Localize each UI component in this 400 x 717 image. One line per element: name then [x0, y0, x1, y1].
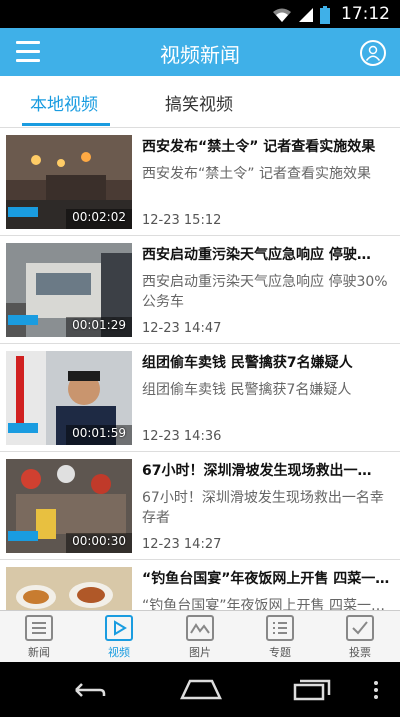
- item-summary: 67小时！深圳滑坡发生现场救出一名幸存者: [142, 490, 384, 526]
- vote-icon: [346, 615, 374, 641]
- video-icon: [105, 615, 133, 641]
- back-icon[interactable]: [68, 680, 108, 700]
- item-headline: “钓鱼台国宴”年夜饭网上开售 四菜一…: [142, 571, 390, 587]
- nav-video[interactable]: 视频: [84, 615, 154, 660]
- video-duration: 00:00:30: [72, 534, 126, 548]
- item-summary: 组团偷车卖钱 民警擒获7名嫌疑人: [142, 382, 352, 398]
- video-thumbnail[interactable]: 00:01:59: [6, 351, 132, 445]
- status-time: 17:12: [341, 4, 390, 24]
- news-icon: [25, 615, 53, 641]
- item-date: 12-23 14:36: [142, 429, 222, 444]
- video-duration: 00:01:59: [72, 426, 126, 440]
- item-date: 12-23 15:12: [142, 213, 222, 228]
- video-thumbnail[interactable]: [6, 567, 132, 610]
- item-summary: “钓鱼台国宴”年夜饭网上开售 四菜一…: [142, 598, 385, 610]
- home-icon[interactable]: [180, 678, 222, 700]
- video-thumbnail[interactable]: 00:02:02: [6, 135, 132, 229]
- signal-icon: [299, 8, 313, 22]
- wifi-icon: [273, 8, 291, 22]
- video-list[interactable]: 00:02:02 西安发布“禁土令” 记者查看实施效果 西安发布“禁土令” 记者…: [0, 128, 400, 610]
- bottom-nav: 新闻 视频 图片 专题 投票: [0, 610, 400, 662]
- nav-label: 视频: [108, 646, 130, 659]
- tab-active-indicator: [22, 123, 110, 126]
- nav-label: 新闻: [28, 646, 50, 659]
- topic-icon: [266, 615, 294, 641]
- status-icons: [272, 6, 330, 24]
- nav-pictures[interactable]: 图片: [165, 615, 235, 660]
- nav-topics[interactable]: 专题: [245, 615, 315, 660]
- item-date: 12-23 14:47: [142, 321, 222, 336]
- list-item[interactable]: “钓鱼台国宴”年夜饭网上开售 四菜一… “钓鱼台国宴”年夜饭网上开售 四菜一…: [0, 560, 400, 610]
- nav-news[interactable]: 新闻: [4, 615, 74, 660]
- app-bar: 视频新闻: [0, 28, 400, 76]
- list-item[interactable]: 00:01:59 组团偷车卖钱 民警擒获7名嫌疑人 组团偷车卖钱 民警擒获7名嫌…: [0, 344, 400, 452]
- status-bar: 17:12: [0, 0, 400, 28]
- list-item[interactable]: 00:02:02 西安发布“禁土令” 记者查看实施效果 西安发布“禁土令” 记者…: [0, 128, 400, 236]
- item-headline: 西安发布“禁土令” 记者查看实施效果: [142, 139, 376, 155]
- picture-icon: [186, 615, 214, 641]
- battery-icon: [320, 6, 330, 24]
- nav-label: 投票: [349, 646, 371, 659]
- tab-bar: 本地视频 搞笑视频: [0, 76, 400, 128]
- system-nav-bar: [0, 662, 400, 717]
- page-title: 视频新闻: [160, 43, 240, 67]
- video-duration: 00:02:02: [72, 210, 126, 224]
- recents-icon[interactable]: [292, 679, 332, 701]
- list-item[interactable]: 00:00:30 67小时！深圳滑坡发生现场救出一… 67小时！深圳滑坡发生现场…: [0, 452, 400, 560]
- item-headline: 67小时！深圳滑坡发生现场救出一…: [142, 463, 372, 479]
- nav-label: 图片: [189, 646, 211, 659]
- tab-funny-video[interactable]: 搞笑视频: [165, 90, 233, 115]
- tab-local-video[interactable]: 本地视频: [30, 90, 98, 115]
- overflow-menu-icon[interactable]: [372, 680, 380, 700]
- nav-label: 专题: [269, 646, 291, 659]
- item-summary: 西安启动重污染天气应急响应 停驶30%公务车: [142, 274, 388, 310]
- video-thumbnail[interactable]: 00:01:29: [6, 243, 132, 337]
- video-thumbnail[interactable]: 00:00:30: [6, 459, 132, 553]
- item-headline: 组团偷车卖钱 民警擒获7名嫌疑人: [142, 355, 353, 371]
- item-summary: 西安发布“禁土令” 记者查看实施效果: [142, 166, 371, 182]
- item-headline: 西安启动重污染天气应急响应 停驶…: [142, 247, 371, 263]
- item-date: 12-23 14:27: [142, 537, 222, 552]
- video-duration: 00:01:29: [72, 318, 126, 332]
- user-icon[interactable]: [360, 40, 386, 66]
- nav-vote[interactable]: 投票: [325, 615, 395, 660]
- list-item[interactable]: 00:01:29 西安启动重污染天气应急响应 停驶… 西安启动重污染天气应急响应…: [0, 236, 400, 344]
